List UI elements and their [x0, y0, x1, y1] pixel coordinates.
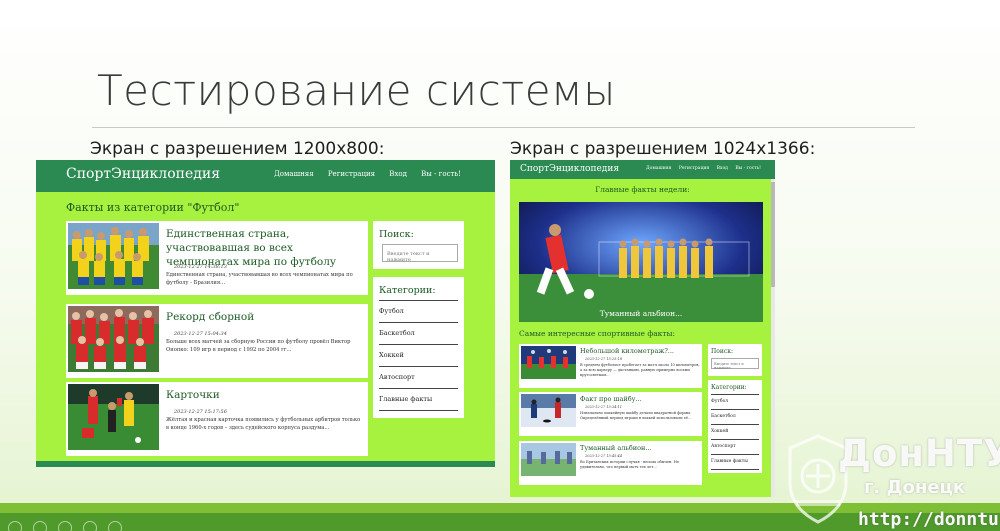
post-card[interactable]: Единственная страна, участвовавшая во вс… — [66, 221, 368, 295]
hero-caption[interactable]: Туманный альбион... — [519, 309, 763, 318]
nav-login-link[interactable]: Вход — [717, 166, 728, 171]
category-heading: Факты из категории "Футбол" — [66, 201, 240, 214]
post-image-stadium-run[interactable] — [521, 346, 576, 379]
post-image-referee-card[interactable] — [68, 384, 159, 450]
site-brand[interactable]: СпортЭнциклопедия — [520, 164, 619, 174]
category-hockey[interactable]: Хоккей — [711, 425, 759, 440]
university-watermark: ДонНТУ г. Донецк http://donntu.ru — [778, 428, 1000, 531]
watermark-url[interactable]: http://donntu.ru — [858, 509, 1000, 530]
tablet-nav-links: Домашняя Регистрация Вход Вы - гость! — [640, 166, 761, 171]
caption-desktop: Экран с разрешением 1200x800: — [90, 139, 385, 159]
post-excerpt: Изначально хоккейную шайбу делали квадра… — [580, 411, 692, 420]
desktop-nav-links: Домашняя Регистрация Вход Вы - гость! — [262, 170, 461, 178]
category-football[interactable]: Футбол — [711, 395, 759, 410]
post-excerpt: Жёлтая и красная карточка появились у фу… — [166, 417, 361, 431]
desktop-screenshot: СпортЭнциклопедия Домашняя Регистрация В… — [36, 160, 495, 467]
nav-register-link[interactable]: Регистрация — [328, 170, 375, 178]
category-basketball[interactable]: Баскетбол — [379, 323, 458, 345]
desktop-footer — [36, 461, 495, 467]
watermark-name: ДонНТУ — [838, 432, 1000, 475]
slide-next-icon[interactable] — [108, 521, 123, 531]
post-image-hockey-puck[interactable] — [521, 394, 576, 427]
search-title: Поиск: — [379, 229, 414, 240]
category-football[interactable]: Футбол — [379, 301, 458, 323]
desktop-navbar: СпортЭнциклопедия Домашняя Регистрация В… — [36, 160, 495, 192]
slide-zoom-icon[interactable] — [83, 521, 98, 531]
nav-login-link[interactable]: Вход — [389, 170, 407, 178]
post-date: 2023-12-27 14:38:13 — [174, 264, 227, 270]
nav-home-link[interactable]: Домашняя — [274, 170, 314, 178]
post-card[interactable]: Рекорд сборной 2023-12-27 15:04:34 Больш… — [66, 304, 368, 378]
categories-title: Категории: — [379, 277, 458, 301]
nav-register-link[interactable]: Регистрация — [679, 166, 709, 171]
post-image-russia-team[interactable] — [68, 306, 159, 372]
post-card[interactable]: Небольшой километраж?... 2023-12-27 15:2… — [519, 344, 702, 388]
post-title[interactable]: Туманный альбион... — [580, 444, 652, 452]
post-date: 2023-12-27 15:04:34 — [174, 331, 227, 337]
categories-widget: Категории: Футбол Баскетбол Хоккей Автос… — [708, 380, 762, 473]
slide-menu-icon[interactable] — [58, 521, 73, 531]
post-date: 2023-12-27 15:17:56 — [174, 409, 227, 415]
post-title[interactable]: Единственная страна, участвовавшая во вс… — [166, 227, 364, 269]
post-title[interactable]: Рекорд сборной — [166, 310, 364, 324]
nav-guest-label: Вы - гость! — [421, 170, 461, 178]
category-main-facts[interactable]: Главные факты — [379, 389, 458, 411]
post-title[interactable]: Небольшой километраж?... — [580, 347, 674, 355]
category-basketball[interactable]: Баскетбол — [711, 410, 759, 425]
search-widget: Поиск: Введите текст и нажмите — [373, 221, 464, 269]
slide-pen-icon[interactable] — [33, 521, 48, 531]
post-excerpt: Во Британских истории случая - весьма об… — [580, 460, 679, 469]
post-date: 2023-12-27 15:34:11 — [585, 405, 623, 409]
category-hockey[interactable]: Хоккей — [379, 345, 458, 367]
caption-tablet: Экран с разрешением 1024x1366: — [510, 139, 816, 159]
week-facts-heading: Главные факты недели: — [595, 185, 690, 194]
category-motorsport[interactable]: Автоспорт — [711, 440, 759, 455]
post-image-brazil-team[interactable] — [68, 223, 159, 289]
search-input[interactable]: Введите текст и нажмите — [382, 244, 458, 263]
post-card[interactable]: Факт про шайбу... 2023-12-27 15:34:11 Из… — [519, 392, 702, 436]
search-title: Поиск: — [711, 348, 733, 355]
tablet-scrollbar-thumb[interactable] — [771, 182, 775, 287]
slide-prev-icon[interactable] — [8, 521, 22, 531]
post-excerpt: В среднем футболист пробегает за матч ок… — [580, 363, 700, 377]
hero-image-free-kick[interactable] — [519, 202, 763, 322]
post-card[interactable]: Карточки 2023-12-27 15:17:56 Жёлтая и кр… — [66, 382, 368, 456]
post-image-foggy-match[interactable] — [521, 443, 576, 476]
tablet-navbar: СпортЭнциклопедия Домашняя Регистрация В… — [510, 160, 775, 179]
category-main-facts[interactable]: Главные факты — [711, 455, 759, 470]
interesting-facts-heading: Самые интересные спортивные факты: — [519, 329, 676, 338]
title-divider — [92, 127, 915, 128]
category-motorsport[interactable]: Автоспорт — [379, 367, 458, 389]
nav-guest-label: Вы - гость! — [735, 166, 761, 171]
post-excerpt: Единственная страна, участвовавшая во вс… — [166, 272, 353, 286]
search-input[interactable]: Введите текст и нажмите — [711, 358, 759, 370]
nav-home-link[interactable]: Домашняя — [646, 166, 671, 171]
tablet-screenshot: СпортЭнциклопедия Домашняя Регистрация В… — [510, 160, 775, 497]
slide-controls — [8, 520, 128, 531]
post-title[interactable]: Факт про шайбу... — [580, 395, 642, 403]
categories-widget: Категории: Футбол Баскетбол Хоккей Автос… — [373, 277, 464, 418]
search-widget: Поиск: Введите текст и нажмите — [708, 344, 762, 376]
watermark-city: г. Донецк — [864, 477, 966, 498]
site-brand[interactable]: СпортЭнциклопедия — [66, 166, 220, 182]
post-card[interactable]: Туманный альбион... 2023-12-27 15:45:44 … — [519, 441, 702, 485]
post-date: 2023-12-27 15:45:44 — [585, 454, 623, 458]
post-date: 2023-12-27 15:25:18 — [585, 357, 623, 361]
post-excerpt: Больше всех матчей за сборную России по … — [166, 339, 351, 353]
slide-title: Тестирование системы — [97, 66, 616, 115]
categories-title: Категории: — [711, 380, 759, 395]
post-title[interactable]: Карточки — [166, 388, 364, 402]
